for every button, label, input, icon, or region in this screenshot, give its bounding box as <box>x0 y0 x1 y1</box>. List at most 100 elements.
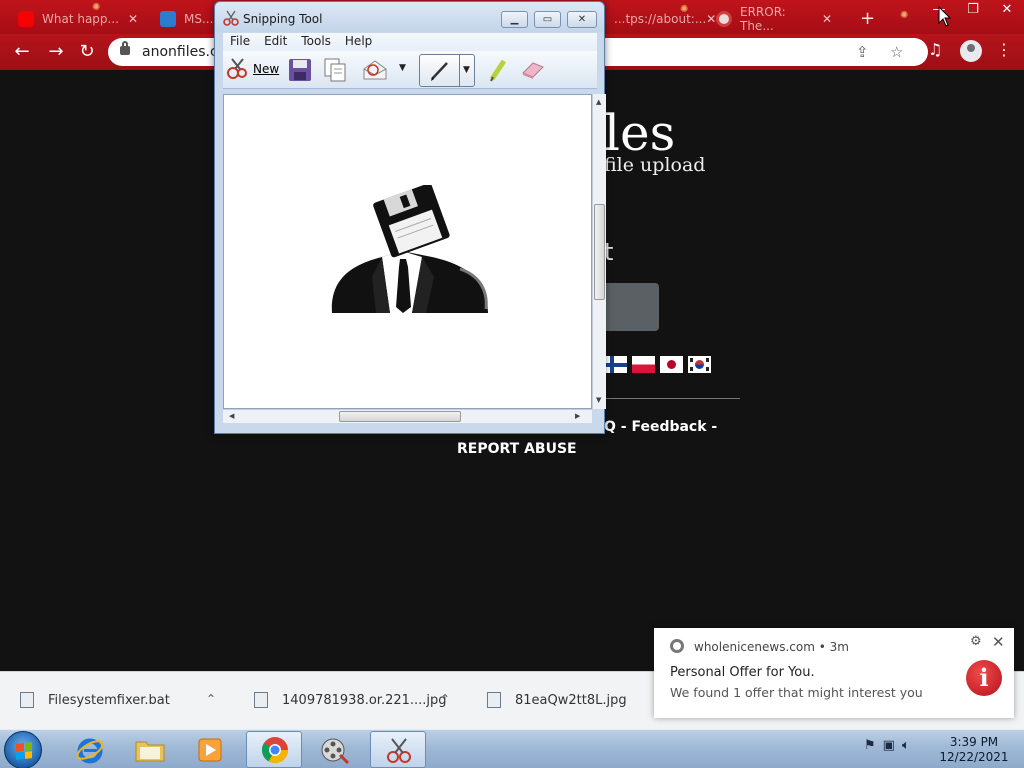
taskbar-ie[interactable] <box>62 731 118 768</box>
vertical-scrollbar[interactable]: ▲ ▼ <box>592 94 606 409</box>
send-snip-icon[interactable] <box>361 57 389 83</box>
minimize-button[interactable]: ▁ <box>501 11 528 28</box>
browser-tab[interactable]: What happ... ✕ <box>8 3 148 34</box>
taskbar-media-player[interactable] <box>182 731 238 768</box>
language-flags <box>604 356 711 373</box>
scroll-up-arrow-icon[interactable]: ▲ <box>596 98 601 106</box>
source-domain: wholenicenews.com <box>694 640 815 654</box>
save-icon[interactable] <box>287 57 313 83</box>
notification-title: Personal Offer for You. <box>670 665 815 680</box>
scissors-icon <box>227 58 247 79</box>
horizontal-scrollbar[interactable]: ◀ ▶ <box>223 409 592 423</box>
tab-title: ERROR: The... <box>740 4 786 33</box>
push-notification[interactable]: wholenicenews.com • 3m ⚙ ✕ Personal Offe… <box>654 628 1014 718</box>
report-abuse-link[interactable]: REPORT ABUSE <box>457 441 577 457</box>
scroll-right-arrow-icon[interactable]: ▶ <box>575 412 580 420</box>
eraser-icon[interactable] <box>519 57 547 81</box>
image-file-icon <box>254 692 268 708</box>
download-item[interactable]: 81eaQw2tt8L.jpg <box>487 692 627 708</box>
download-item[interactable]: Filesystemfixer.bat <box>20 692 170 708</box>
japan-flag-icon[interactable] <box>660 356 683 373</box>
floppy-head-figure-image <box>331 185 488 313</box>
image-file-icon <box>487 692 501 708</box>
taskbar-movie-maker[interactable] <box>308 731 364 768</box>
info-icon: i <box>966 660 1002 696</box>
vertical-scroll-thumb[interactable] <box>594 204 605 300</box>
forward-arrow-icon[interactable]: → <box>44 41 68 63</box>
media-player-icon <box>198 738 222 762</box>
download-icon <box>160 10 176 27</box>
taskbar-snipping-tool[interactable] <box>370 731 426 768</box>
separator-dot: • <box>818 640 830 654</box>
decorative-sparkle: ✺ <box>900 10 909 21</box>
chevron-up-icon[interactable]: ⌃ <box>206 692 216 706</box>
taskbar-clock[interactable]: 3:39 PM 12/22/2021 <box>936 735 1012 765</box>
pen-icon <box>431 62 448 81</box>
share-icon[interactable]: ⇪ <box>856 43 869 61</box>
batch-file-icon <box>20 692 34 708</box>
maximize-button[interactable]: ▭ <box>534 11 561 28</box>
menu-tools[interactable]: Tools <box>294 33 338 51</box>
network-icon[interactable]: ▣ <box>883 738 895 753</box>
lock-icon <box>120 41 130 55</box>
divider <box>604 398 740 399</box>
scroll-left-arrow-icon[interactable]: ◀ <box>229 412 234 420</box>
windows-logo-icon <box>16 742 32 760</box>
menu-file[interactable]: File <box>223 33 257 51</box>
close-window-button[interactable]: ✕ <box>990 0 1024 34</box>
close-icon[interactable]: ✕ <box>992 633 1005 651</box>
copy-icon[interactable] <box>323 57 347 83</box>
menu-help[interactable]: Help <box>338 33 379 51</box>
close-tab-icon[interactable]: ✕ <box>128 12 138 26</box>
gear-icon[interactable]: ⚙ <box>970 634 982 649</box>
menu-kebab-icon[interactable]: ⋮ <box>996 40 1012 59</box>
poland-flag-icon[interactable] <box>632 356 655 373</box>
taskbar-explorer[interactable] <box>122 731 178 768</box>
new-label: New <box>253 62 280 76</box>
download-filename: 1409781938.or.221....jpg <box>282 692 447 708</box>
tab-title: ...tps://about:... <box>614 11 707 26</box>
download-item[interactable]: 1409781938.or.221....jpg <box>254 692 447 708</box>
finland-flag-icon[interactable] <box>604 356 627 373</box>
browser-tab[interactable]: MS... <box>150 3 214 34</box>
browser-tab[interactable]: ERROR: The... ✕ <box>706 3 842 34</box>
action-center-flag-icon[interactable]: ⚑ <box>864 738 876 753</box>
restore-button[interactable]: ❐ <box>956 0 990 34</box>
snipping-tool-window: Snipping Tool ▁ ▭ ✕ File Edit Tools Help… <box>214 1 606 434</box>
horizontal-scroll-thumb[interactable] <box>339 411 461 422</box>
reload-icon[interactable]: ↻ <box>75 41 99 63</box>
snipping-toolbar: New ▼ ▼ <box>223 51 597 89</box>
highlighter-icon[interactable] <box>487 57 509 83</box>
scissors-icon <box>387 738 411 763</box>
window-title: Snipping Tool <box>243 12 323 26</box>
taskbar-chrome[interactable] <box>246 731 302 768</box>
new-tab-button[interactable]: + <box>850 3 876 34</box>
pen-dropdown-arrow-icon[interactable]: ▼ <box>463 65 470 75</box>
snipping-tool-titlebar[interactable]: Snipping Tool ▁ ▭ ✕ <box>215 2 604 32</box>
upload-button[interactable] <box>602 283 659 331</box>
chrome-icon <box>261 737 289 764</box>
menu-edit[interactable]: Edit <box>257 33 294 51</box>
media-control-icon[interactable]: ♫ <box>928 40 942 59</box>
mouse-cursor-icon <box>938 6 952 27</box>
new-snip-button[interactable]: New <box>225 57 279 81</box>
profile-avatar-icon[interactable] <box>960 40 982 62</box>
start-button[interactable] <box>4 731 42 768</box>
browser-tab[interactable]: ...tps://about:... ✕ <box>604 3 716 34</box>
footer-links[interactable]: Q - Feedback - <box>604 419 717 435</box>
close-button[interactable]: ✕ <box>567 11 597 28</box>
clock-date: 12/22/2021 <box>939 750 1009 764</box>
separator <box>459 55 460 86</box>
volume-icon[interactable]: 🔈︎ <box>902 738 910 753</box>
notification-body: We found 1 offer that might interest you <box>670 685 923 700</box>
close-tab-icon[interactable]: ✕ <box>822 12 832 26</box>
back-arrow-icon[interactable]: ← <box>10 41 34 63</box>
chevron-up-icon[interactable]: ⌃ <box>440 692 450 706</box>
bookmark-star-icon[interactable]: ☆ <box>890 43 903 61</box>
snip-canvas[interactable] <box>223 94 592 409</box>
pen-tool-button[interactable]: ▼ <box>419 54 475 87</box>
scroll-down-arrow-icon[interactable]: ▼ <box>596 396 601 404</box>
send-dropdown-arrow-icon[interactable]: ▼ <box>399 63 406 73</box>
chrome-icon <box>670 639 684 653</box>
korea-flag-icon[interactable] <box>688 356 711 373</box>
